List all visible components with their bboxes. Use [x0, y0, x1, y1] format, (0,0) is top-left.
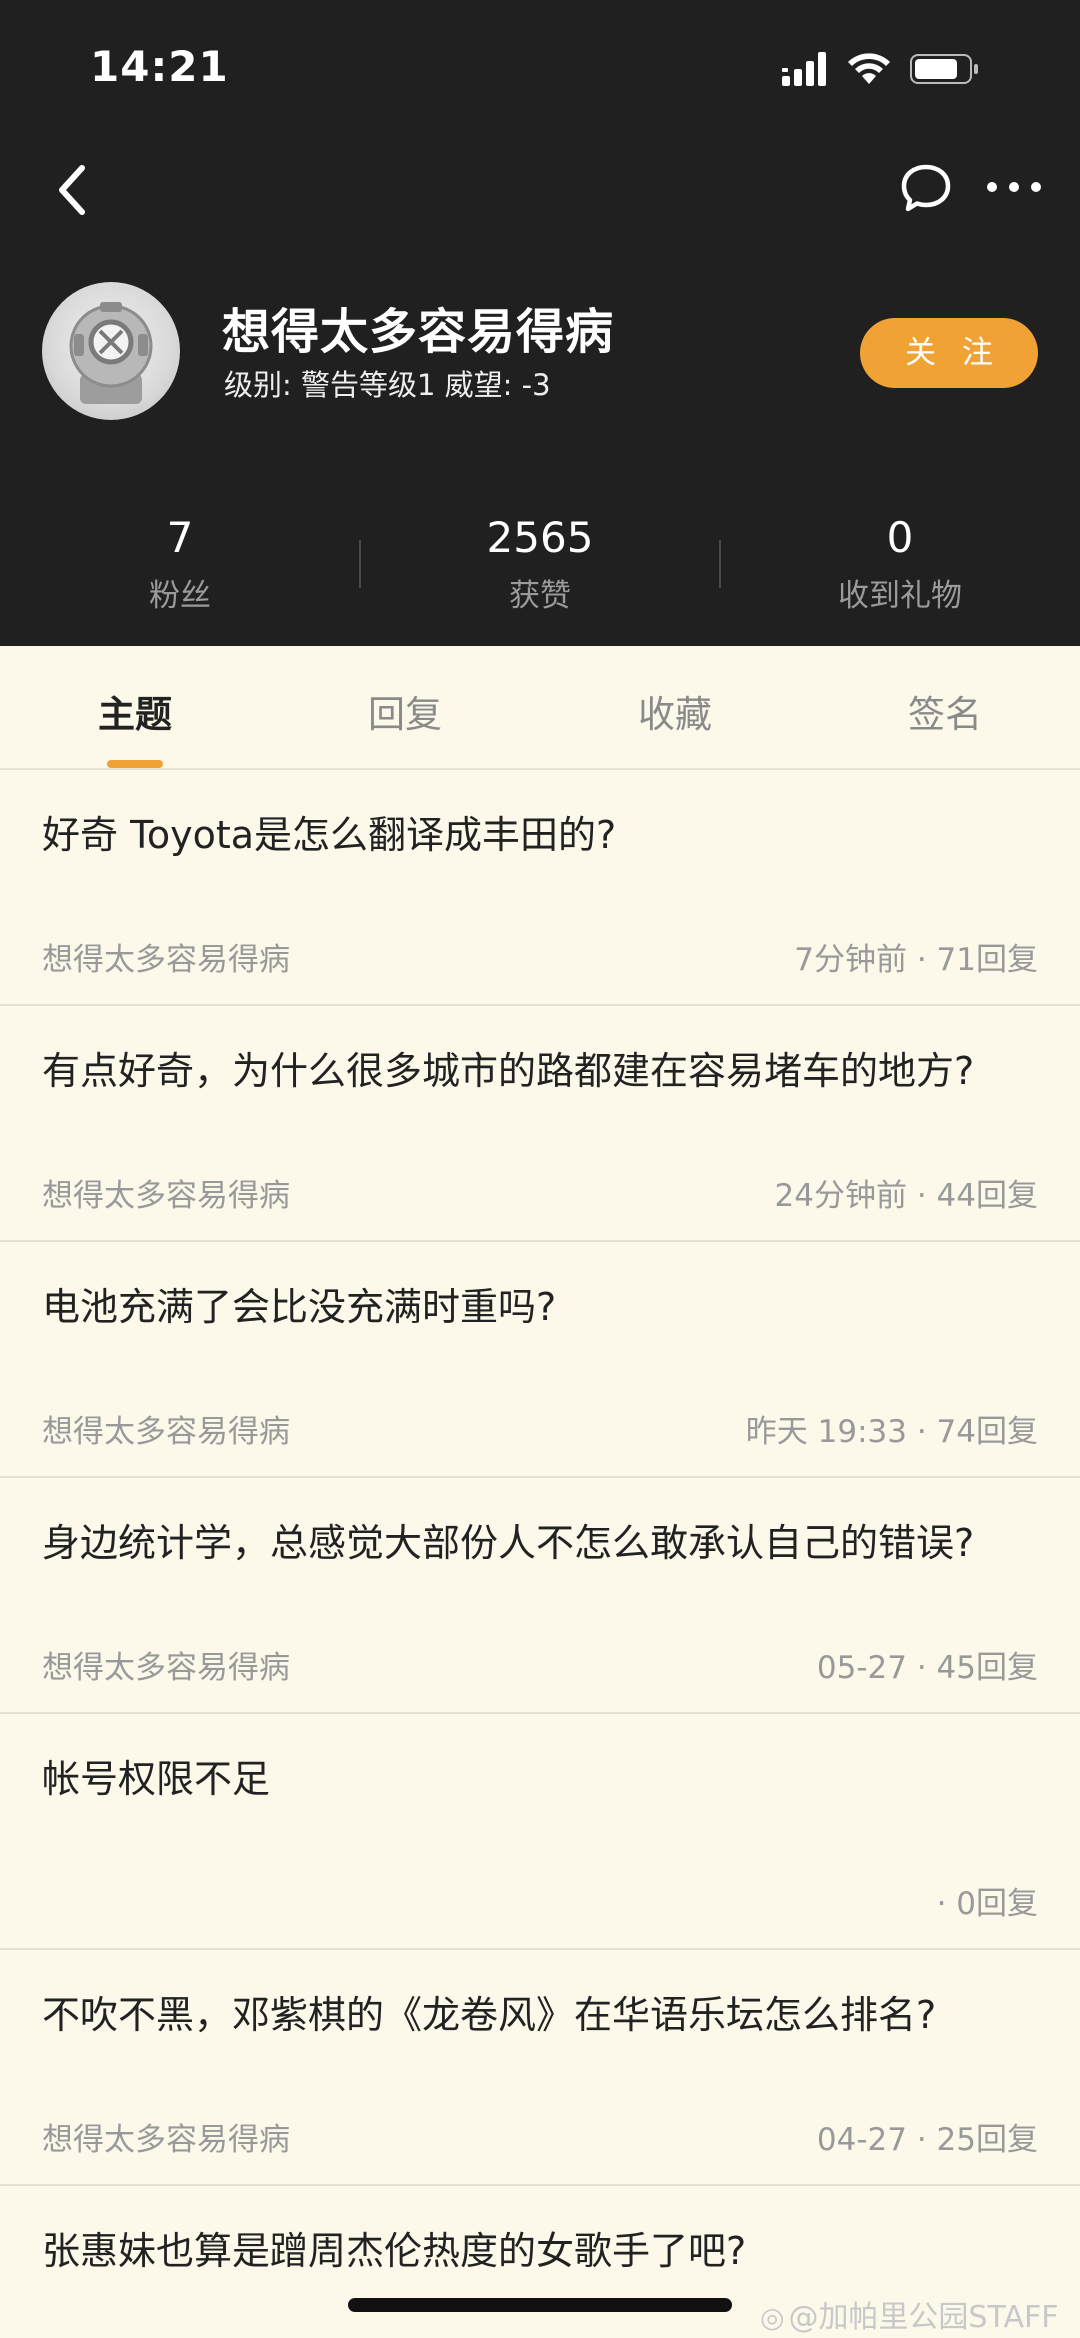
watermark-text: @加帕里公园STAFF — [788, 2300, 1059, 2335]
post-author: 想得太多容易得病 — [42, 1178, 290, 1214]
tab-bar: 主题 回复 收藏 签名 — [0, 646, 1080, 770]
post-title: 电池充满了会比没充满时重吗? — [42, 1285, 557, 1329]
weibo-logo-icon: ◎ — [760, 2301, 785, 2334]
stat-likes[interactable]: 2565 获赞 — [360, 512, 720, 615]
post-title: 不吹不黑，邓紫棋的《龙卷风》在华语乐坛怎么排名? — [42, 1993, 937, 2037]
profile-header: 14:21 想得太多容易得病 级别: 警告等级1 威望: -3 关 注 7 粉丝… — [0, 0, 1080, 646]
tab-active-indicator — [107, 760, 163, 768]
post-title: 张惠妹也算是蹭周杰伦热度的女歌手了吧? — [42, 2229, 747, 2273]
post-item[interactable]: 身边统计学，总感觉大部份人不怎么敢承认自己的错误? 想得太多容易得病 05-27… — [0, 1478, 1080, 1714]
chat-bubble-icon[interactable] — [900, 162, 952, 214]
post-author: 想得太多容易得病 — [42, 1414, 290, 1450]
follow-button[interactable]: 关 注 — [860, 318, 1038, 388]
home-indicator[interactable] — [348, 2298, 732, 2312]
cellular-signal-icon — [782, 52, 826, 86]
username: 想得太多容易得病 — [222, 304, 615, 360]
post-item[interactable]: 帐号权限不足 · 0回复 — [0, 1714, 1080, 1950]
post-meta: 24分钟前 · 44回复 — [774, 1178, 1038, 1214]
wifi-icon — [848, 53, 890, 84]
stat-label: 粉丝 — [149, 578, 211, 614]
tab-favorites[interactable]: 收藏 — [540, 684, 810, 738]
post-meta: · 0回复 — [936, 1886, 1038, 1922]
stat-fans[interactable]: 7 粉丝 — [0, 512, 360, 615]
post-item[interactable]: 有点好奇，为什么很多城市的路都建在容易堵车的地方? 想得太多容易得病 24分钟前… — [0, 1006, 1080, 1242]
post-meta: 7分钟前 · 71回复 — [794, 942, 1038, 978]
stat-value: 2565 — [486, 513, 594, 562]
post-title: 好奇 Toyota是怎么翻译成丰田的? — [42, 813, 617, 857]
profile-info: 想得太多容易得病 级别: 警告等级1 威望: -3 关 注 — [0, 280, 1080, 430]
diving-helmet-avatar — [69, 302, 153, 404]
tab-replies[interactable]: 回复 — [270, 684, 540, 738]
stat-value: 0 — [886, 513, 914, 562]
battery-icon — [910, 54, 978, 84]
post-meta: 05-27 · 45回复 — [816, 1650, 1038, 1686]
stat-gifts[interactable]: 0 收到礼物 — [720, 512, 1080, 615]
post-title: 有点好奇，为什么很多城市的路都建在容易堵车的地方? — [42, 1049, 975, 1093]
top-nav — [0, 150, 1080, 230]
more-dots-icon[interactable] — [986, 172, 1042, 202]
post-author: 想得太多容易得病 — [42, 2122, 290, 2158]
tab-topics[interactable]: 主题 — [0, 684, 270, 738]
status-bar: 14:21 — [0, 0, 1080, 140]
stat-value: 7 — [166, 513, 194, 562]
post-author: 想得太多容易得病 — [42, 1650, 290, 1686]
post-item[interactable]: 好奇 Toyota是怎么翻译成丰田的? 想得太多容易得病 7分钟前 · 71回复 — [0, 770, 1080, 1006]
post-item[interactable]: 电池充满了会比没充满时重吗? 想得太多容易得病 昨天 19:33 · 74回复 — [0, 1242, 1080, 1478]
tab-signature[interactable]: 签名 — [810, 684, 1080, 738]
post-title: 身边统计学，总感觉大部份人不怎么敢承认自己的错误? — [42, 1521, 975, 1565]
stats-row: 7 粉丝 2565 获赞 0 收到礼物 — [0, 512, 1080, 622]
back-arrow-icon[interactable] — [48, 160, 98, 220]
post-author: 想得太多容易得病 — [42, 942, 290, 978]
post-meta: 昨天 19:33 · 74回复 — [745, 1414, 1038, 1450]
stat-label: 收到礼物 — [838, 578, 962, 614]
stat-label: 获赞 — [509, 578, 571, 614]
avatar[interactable] — [42, 282, 180, 420]
post-item[interactable]: 不吹不黑，邓紫棋的《龙卷风》在华语乐坛怎么排名? 想得太多容易得病 04-27 … — [0, 1950, 1080, 2186]
watermark: ◎ @加帕里公园STAFF — [760, 2292, 1059, 2336]
status-time: 14:21 — [90, 42, 229, 91]
post-meta: 04-27 · 25回复 — [816, 2122, 1038, 2158]
level-text: 级别: 警告等级1 威望: -3 — [224, 368, 551, 402]
post-title: 帐号权限不足 — [42, 1757, 271, 1801]
